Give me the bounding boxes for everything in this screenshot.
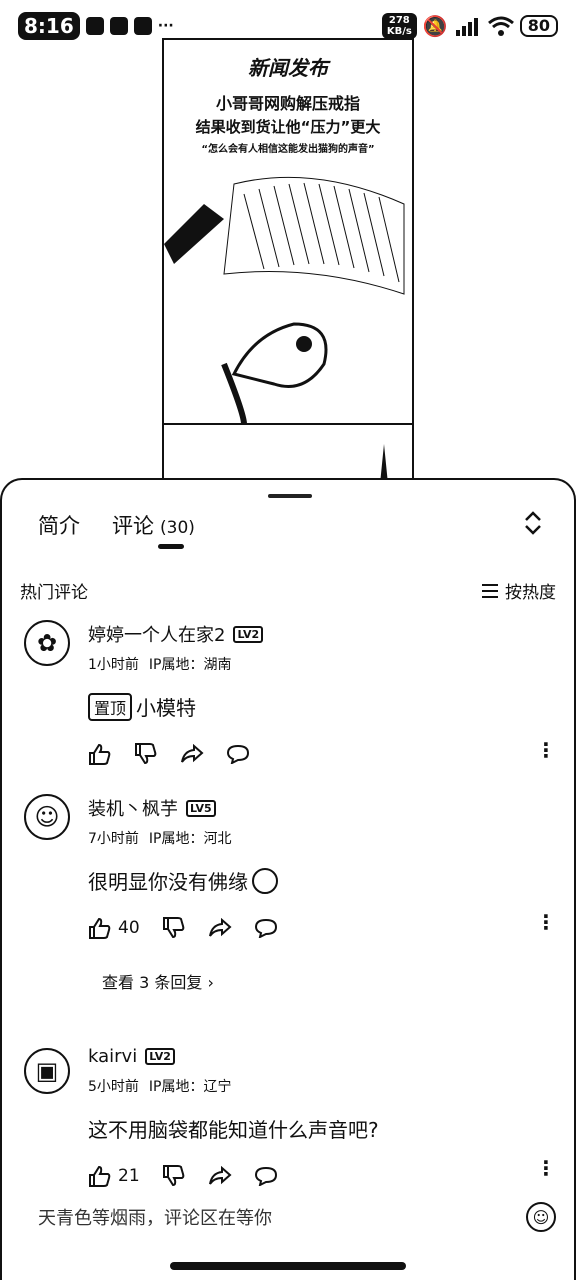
- sort-icon: [482, 583, 498, 598]
- comment-ip: IP属地：湖南: [148, 657, 232, 673]
- comment-time: 1小时前: [88, 657, 139, 673]
- comment-body: 婷婷一个人在家2 LV2 1小时前 IP属地：湖南 置顶 小模特: [88, 622, 558, 765]
- share-button[interactable]: [208, 918, 232, 938]
- pinned-badge: 置顶: [88, 692, 133, 721]
- level-badge: LV5: [186, 799, 216, 817]
- wifi-icon: [487, 16, 514, 36]
- comment-time: 7小时前: [88, 831, 139, 847]
- notification-icon-2: [133, 17, 152, 35]
- more-notifications-icon: ···: [157, 18, 174, 34]
- comments-sheet: 简介 评论 (30) 热门评论 按热度 ✿ 婷婷一个人在家2 LV2 1小时前 I…: [0, 478, 576, 1280]
- share-button[interactable]: [180, 744, 204, 764]
- username[interactable]: kairvi: [88, 1046, 137, 1067]
- more-options-icon[interactable]: ⋮: [536, 738, 556, 762]
- comment-ip: IP属地：河北: [148, 831, 232, 847]
- share-icon: [208, 1166, 232, 1185]
- comment-text: 小模特: [136, 696, 197, 720]
- sort-label: 按热度: [505, 583, 556, 603]
- dislike-button[interactable]: [162, 917, 186, 939]
- tab-comments[interactable]: 评论 (30): [112, 510, 195, 540]
- comment-text: 很明显你没有佛缘: [88, 870, 248, 894]
- reply-button[interactable]: [226, 744, 250, 764]
- mute-icon: 🔕: [422, 14, 448, 38]
- tab-comments-label: 评论: [112, 514, 154, 538]
- section-title: 热门评论: [20, 583, 88, 603]
- share-icon: [208, 918, 232, 937]
- avatar[interactable]: ☺: [24, 794, 70, 840]
- thumbs-up-icon: [89, 1165, 111, 1187]
- more-options-icon[interactable]: ⋮: [536, 1156, 556, 1180]
- dog-emoji-icon: [252, 867, 278, 894]
- status-bar: 8:16 ··· 278 KB/s 🔕 80: [0, 0, 576, 52]
- avatar[interactable]: ✿: [24, 620, 70, 666]
- thumbs-down-icon: [135, 743, 157, 765]
- tab-indicator: [158, 544, 184, 549]
- comment-body: kairvi LV2 5小时前 IP属地：辽宁 这不用脑袋都能知道什么声音吧? …: [88, 1044, 558, 1187]
- tab-bar: 简介 评论 (30): [38, 510, 195, 540]
- tab-intro[interactable]: 简介: [38, 510, 80, 540]
- comment-icon: [226, 744, 250, 764]
- comment-icon: [254, 918, 277, 938]
- reply-button[interactable]: [254, 1166, 278, 1186]
- message-icon: [109, 17, 128, 35]
- more-options-icon[interactable]: ⋮: [536, 910, 556, 934]
- video-title-line3: “怎么会有人相信这能发出猫狗的声音”: [201, 144, 375, 155]
- comment-input-placeholder[interactable]: 天青色等烟雨，评论区在等你: [38, 1204, 272, 1230]
- video-content-illustration: [164, 176, 412, 494]
- avatar[interactable]: ▣: [24, 1048, 70, 1094]
- level-badge: LV2: [233, 625, 264, 643]
- like-button[interactable]: 40: [88, 917, 140, 939]
- view-replies-link[interactable]: 查看 3 条回复 ›: [102, 969, 558, 993]
- like-button[interactable]: [88, 743, 112, 765]
- comment-ip: IP属地：辽宁: [148, 1079, 232, 1095]
- username[interactable]: 婷婷一个人在家2: [88, 621, 225, 647]
- battery-indicator: 80: [519, 15, 558, 37]
- comment-input-bar[interactable]: 天青色等烟雨，评论区在等你 ☺: [38, 1202, 556, 1232]
- comment-body: 装机丶枫芋 LV5 7小时前 IP属地：河北 很明显你没有佛缘 40 查看 3 …: [88, 796, 558, 993]
- video-title-line2: 结果收到货让他“压力”更大: [195, 118, 381, 136]
- network-speed: 278 KB/s: [381, 13, 417, 39]
- video-title-line1: 小哥哥网购解压戒指: [215, 94, 360, 113]
- like-button[interactable]: 21: [88, 1165, 140, 1187]
- drag-handle[interactable]: [268, 494, 312, 498]
- dislike-button[interactable]: [134, 743, 158, 765]
- share-icon: [181, 744, 204, 763]
- like-count: 40: [118, 918, 140, 938]
- comment-text: 这不用脑袋都能知道什么声音吧?: [88, 1118, 379, 1142]
- thumbs-down-icon: [162, 917, 184, 939]
- like-count: 21: [118, 1166, 140, 1186]
- thumbs-down-icon: [162, 1165, 184, 1187]
- status-time: 8:16: [18, 12, 80, 40]
- signal-icon: [455, 18, 478, 36]
- comment-time: 5小时前: [88, 1079, 139, 1095]
- video-frame[interactable]: 新闻发布 小哥哥网购解压戒指 结果收到货让他“压力”更大 “怎么会有人相信这能发…: [162, 38, 414, 500]
- notification-icon: [85, 17, 104, 35]
- reply-button[interactable]: [254, 918, 278, 938]
- emoji-icon[interactable]: ☺: [526, 1202, 556, 1232]
- thumbs-up-icon: [89, 743, 111, 765]
- video-player[interactable]: 新闻发布 小哥哥网购解压戒指 结果收到货让他“压力”更大 “怎么会有人相信这能发…: [0, 0, 576, 500]
- hot-comments-header: 热门评论 按热度: [20, 578, 556, 603]
- video-logo: 新闻发布: [248, 56, 328, 80]
- level-badge: LV2: [145, 1047, 175, 1065]
- share-button[interactable]: [208, 1166, 232, 1186]
- username[interactable]: 装机丶枫芋: [88, 795, 178, 821]
- dislike-button[interactable]: [162, 1165, 186, 1187]
- thumbs-up-icon: [89, 917, 111, 939]
- comment-count: (30): [160, 518, 195, 538]
- comment-icon: [254, 1166, 277, 1186]
- sort-button[interactable]: 按热度: [481, 578, 556, 603]
- expand-collapse-icon[interactable]: [522, 510, 544, 536]
- gesture-navigation-bar[interactable]: [170, 1262, 406, 1270]
